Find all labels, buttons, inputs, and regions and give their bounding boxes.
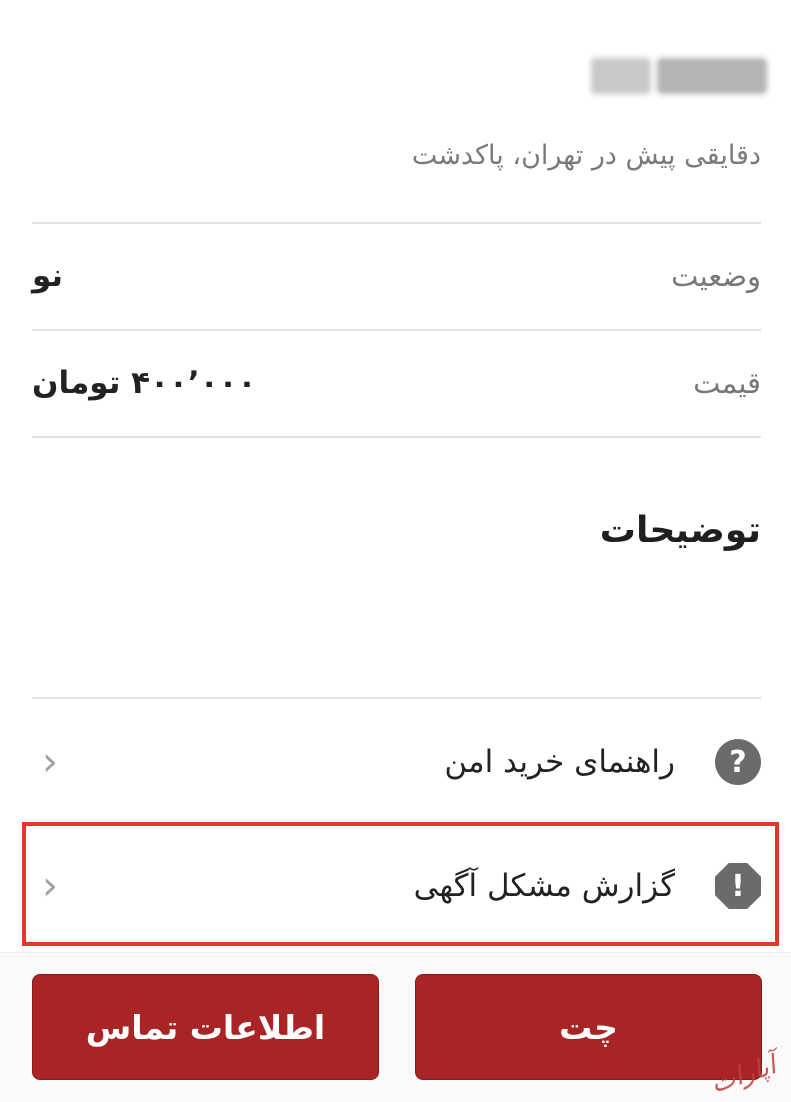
detail-label: قیمت [693,366,761,400]
detail-label: وضعیت [671,259,761,293]
blurred-text-block [591,58,651,94]
safe-buy-guide-link[interactable]: ? راهنمای خرید امن ‹ [32,712,761,812]
alert-icon: ! [715,863,761,909]
detail-row-status: وضعیت نو [32,224,761,328]
blurred-listing-title [567,44,767,108]
chevron-left-icon: ‹ [42,739,58,785]
divider [32,436,761,438]
chevron-left-icon: ‹ [42,863,58,909]
divider [32,697,761,699]
detail-value: ۴۰۰٬۰۰۰ تومان [32,365,257,401]
report-listing-link[interactable]: ! گزارش مشکل آگهی ‹ [32,836,761,936]
chat-button[interactable]: چت [415,974,762,1080]
listing-time-location: دقایقی پیش در تهران، پاکدشت [411,140,761,171]
question-icon: ? [715,739,761,785]
description-title: توضیحات [599,510,761,551]
blurred-text-block [657,58,767,94]
report-listing-label: گزارش مشکل آگهی [413,868,675,904]
contact-info-button[interactable]: اطلاعات تماس [32,974,379,1080]
detail-row-price: قیمت ۴۰۰٬۰۰۰ تومان [32,331,761,435]
listing-page: دقایقی پیش در تهران، پاکدشت وضعیت نو قیم… [0,0,791,1102]
safe-buy-guide-label: راهنمای خرید امن [444,744,675,780]
detail-value: نو [32,258,64,294]
